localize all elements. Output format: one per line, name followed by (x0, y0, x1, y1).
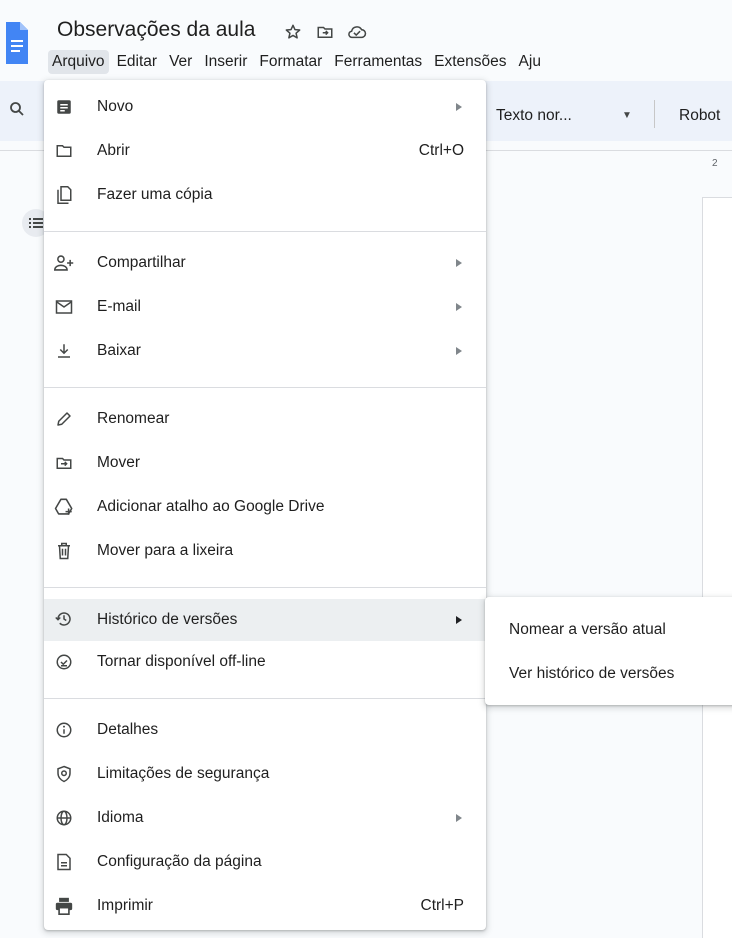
document-page[interactable] (702, 197, 732, 938)
submenu-arrow-icon (456, 303, 462, 311)
ruler-mark: 2 (712, 158, 718, 169)
folder-icon (54, 141, 74, 161)
drive-shortcut-icon (54, 497, 74, 517)
security-icon (54, 764, 74, 784)
submenu-arrow-icon (456, 347, 462, 355)
docs-logo[interactable] (6, 22, 28, 64)
menu-item-mover[interactable]: Mover (44, 443, 486, 483)
cloud-saved-icon[interactable] (347, 22, 367, 42)
submenu-arrow-icon (456, 616, 462, 624)
toolbar-divider (654, 100, 655, 128)
star-icon[interactable] (283, 22, 303, 42)
pencil-icon (54, 409, 74, 429)
menu-formatar[interactable]: Formatar (255, 50, 326, 74)
menu-item-novo[interactable]: Novo (44, 87, 486, 127)
menu-item-historico-versoes[interactable]: Histórico de versões (44, 599, 486, 641)
submenu-item-nomear-versao[interactable]: Nomear a versão atual (509, 621, 666, 639)
menu-inserir[interactable]: Inserir (200, 50, 251, 74)
menu-item-baixar[interactable]: Baixar (44, 331, 486, 371)
menu-item-compartilhar[interactable]: Compartilhar (44, 243, 486, 283)
offline-icon (54, 652, 74, 672)
menu-editar[interactable]: Editar (113, 50, 162, 74)
download-icon (54, 341, 74, 361)
file-menu: Novo Abrir Ctrl+O Fazer uma cópia Compar… (44, 80, 486, 930)
menu-ferramentas[interactable]: Ferramentas (330, 50, 426, 74)
menu-bar: Arquivo Editar Ver Inserir Formatar Ferr… (48, 50, 549, 74)
menu-item-configuracao-pagina[interactable]: Configuração da página (44, 842, 486, 882)
document-title[interactable]: Observações da aula (57, 18, 255, 42)
version-history-submenu: Nomear a versão atual Ver histórico de v… (485, 597, 732, 705)
submenu-arrow-icon (456, 103, 462, 111)
menu-item-idioma[interactable]: Idioma (44, 798, 486, 838)
page-setup-icon (54, 852, 74, 872)
move-to-folder-icon (54, 453, 74, 473)
menu-ver[interactable]: Ver (165, 50, 196, 74)
history-icon (54, 609, 74, 629)
trash-icon (54, 541, 74, 561)
menu-extensoes[interactable]: Extensões (430, 50, 510, 74)
mail-icon (54, 297, 74, 317)
search-menus-icon[interactable] (8, 100, 26, 118)
menu-item-fazer-copia[interactable]: Fazer uma cópia (44, 175, 486, 215)
copy-icon (54, 185, 74, 205)
menu-item-email[interactable]: E-mail (44, 287, 486, 327)
menu-item-imprimir[interactable]: Imprimir Ctrl+P (44, 886, 486, 926)
menu-divider (44, 587, 486, 588)
shortcut-label: Ctrl+O (418, 142, 464, 159)
menu-item-mover-lixeira[interactable]: Mover para a lixeira (44, 531, 486, 571)
share-person-icon (54, 253, 74, 273)
info-icon (54, 720, 74, 740)
menu-item-adicionar-atalho[interactable]: Adicionar atalho ao Google Drive (44, 487, 486, 527)
menu-item-limitacoes-seguranca[interactable]: Limitações de segurança (44, 754, 486, 794)
menu-divider (44, 387, 486, 388)
font-dropdown[interactable]: Robot (679, 107, 720, 125)
globe-icon (54, 808, 74, 828)
menu-ajuda[interactable]: Aju (515, 50, 545, 74)
shortcut-label: Ctrl+P (420, 897, 465, 914)
print-icon (54, 896, 74, 916)
chevron-down-icon[interactable]: ▼ (622, 110, 632, 121)
menu-divider (44, 698, 486, 699)
move-to-folder-icon[interactable] (315, 22, 335, 42)
paragraph-style-dropdown[interactable]: Texto nor... (496, 107, 572, 125)
menu-arquivo[interactable]: Arquivo (48, 50, 109, 74)
menu-item-disponivel-offline[interactable]: Tornar disponível off-line (44, 642, 486, 682)
menu-item-abrir[interactable]: Abrir Ctrl+O (44, 131, 486, 171)
menu-item-detalhes[interactable]: Detalhes (44, 710, 486, 750)
menu-divider (44, 231, 486, 232)
submenu-item-ver-historico[interactable]: Ver histórico de versões (509, 665, 674, 683)
submenu-arrow-icon (456, 814, 462, 822)
submenu-arrow-icon (456, 259, 462, 267)
document-icon (54, 97, 74, 117)
menu-item-renomear[interactable]: Renomear (44, 399, 486, 439)
